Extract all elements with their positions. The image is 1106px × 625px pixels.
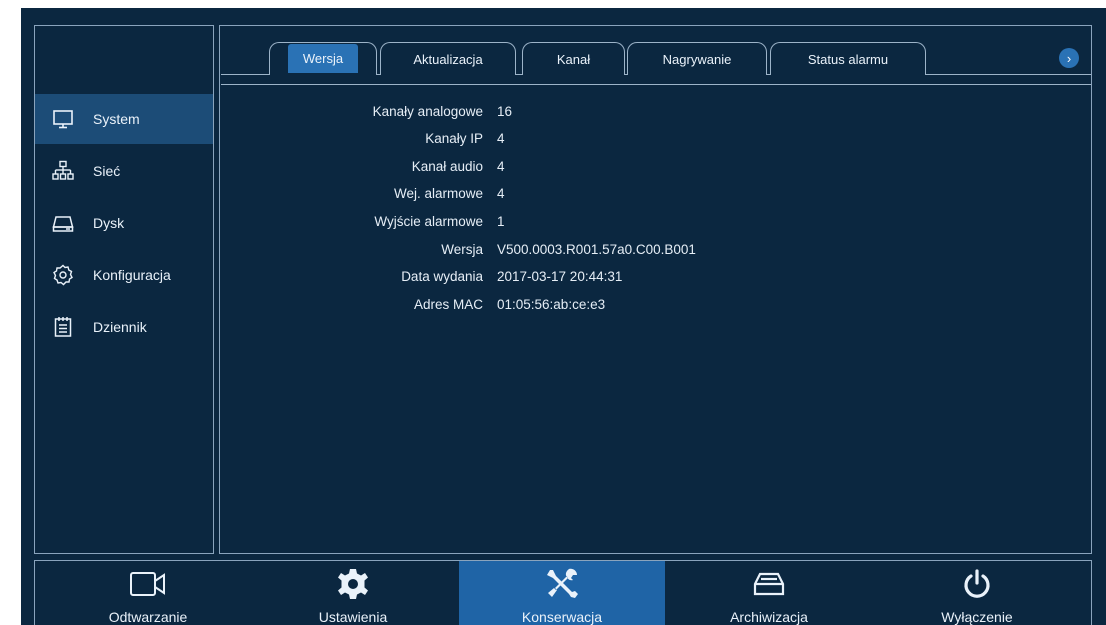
bottom-item-shutdown[interactable]: Wyłączenie (878, 561, 1076, 625)
power-icon (961, 567, 993, 601)
sidebar-item-disk[interactable]: Dysk (35, 198, 213, 248)
hdd-icon (52, 212, 74, 234)
info-label: Data wydania (401, 269, 483, 284)
bottom-item-label: Wyłączenie (941, 609, 1013, 625)
info-value: 4 (497, 186, 505, 201)
info-row: Kanały IP 4 (230, 131, 505, 151)
sidebar-item-label: Dysk (93, 215, 125, 231)
tab-label: Nagrywanie (662, 51, 732, 67)
info-row: Adres MAC 01:05:56:ab:ce:e3 (230, 297, 605, 317)
info-label: Wej. alarmowe (393, 186, 483, 201)
gear-icon (336, 567, 370, 601)
log-icon (52, 316, 74, 338)
info-value: 4 (497, 131, 505, 146)
network-icon (52, 160, 74, 182)
tab-alarm-status[interactable]: Status alarmu (770, 42, 926, 75)
bottom-item-label: Konserwacja (521, 609, 603, 625)
info-value: 16 (497, 104, 513, 119)
sidebar-item-system[interactable]: System (35, 94, 213, 144)
bottom-item-maintenance[interactable]: Konserwacja (459, 561, 665, 625)
info-row: Kanał audio 4 (230, 159, 505, 179)
chevron-right-icon: › (1066, 50, 1072, 66)
info-row: Wersja V500.0003.R001.57a0.C00.B001 (230, 242, 696, 262)
tab-update[interactable]: Aktualizacja (380, 42, 516, 75)
sidebar-item-label: System (93, 111, 140, 127)
info-label: Adres MAC (413, 297, 483, 312)
sidebar-item-label: Sieć (93, 163, 121, 179)
sidebar-item-label: Dziennik (93, 319, 147, 335)
info-row: Wyjście alarmowe 1 (230, 214, 505, 234)
sidebar-item-log[interactable]: Dziennik (35, 302, 213, 352)
monitor-icon (52, 108, 74, 130)
info-label: Kanały analogowe (372, 104, 483, 119)
info-value: 2017-03-17 20:44:31 (497, 269, 623, 284)
tools-icon (544, 567, 580, 601)
info-label: Wersja (441, 242, 483, 257)
tabbar-divider (221, 84, 1091, 85)
info-value: 1 (497, 214, 505, 229)
sidebar-item-configuration[interactable]: Konfiguracja (35, 250, 213, 300)
bottom-item-archive[interactable]: Archiwizacja (670, 561, 868, 625)
tab-label: Status alarmu (807, 51, 889, 67)
info-label: Kanał audio (411, 159, 483, 174)
info-value: V500.0003.R001.57a0.C00.B001 (497, 242, 696, 257)
info-label: Kanały IP (425, 131, 483, 146)
tab-label: Kanał (556, 51, 591, 67)
tab-label: Aktualizacja (413, 51, 483, 67)
bottom-item-label: Ustawienia (318, 609, 388, 625)
tab-channel[interactable]: Kanał (522, 42, 625, 75)
tab-version[interactable]: Wersja (269, 42, 377, 75)
tab-label: Wersja (287, 44, 359, 73)
camera-icon (128, 567, 168, 601)
info-value: 4 (497, 159, 505, 174)
bottom-item-playback[interactable]: Odtwarzanie (49, 561, 247, 625)
bottom-item-label: Odtwarzanie (108, 609, 188, 625)
sidebar-item-network[interactable]: Sieć (35, 146, 213, 196)
info-label: Wyjście alarmowe (374, 214, 483, 229)
bottom-item-label: Archiwizacja (730, 609, 808, 625)
tab-recording[interactable]: Nagrywanie (627, 42, 767, 75)
info-row: Kanały analogowe 16 (230, 104, 512, 124)
tabs-next-button[interactable]: › (1059, 48, 1079, 68)
archive-drive-icon (752, 567, 786, 601)
gear-outline-icon (52, 264, 74, 286)
sidebar-item-label: Konfiguracja (93, 267, 171, 283)
info-row: Data wydania 2017-03-17 20:44:31 (230, 269, 622, 289)
info-row: Wej. alarmowe 4 (230, 186, 505, 206)
bottom-item-settings[interactable]: Ustawienia (254, 561, 452, 625)
info-value: 01:05:56:ab:ce:e3 (497, 297, 606, 312)
